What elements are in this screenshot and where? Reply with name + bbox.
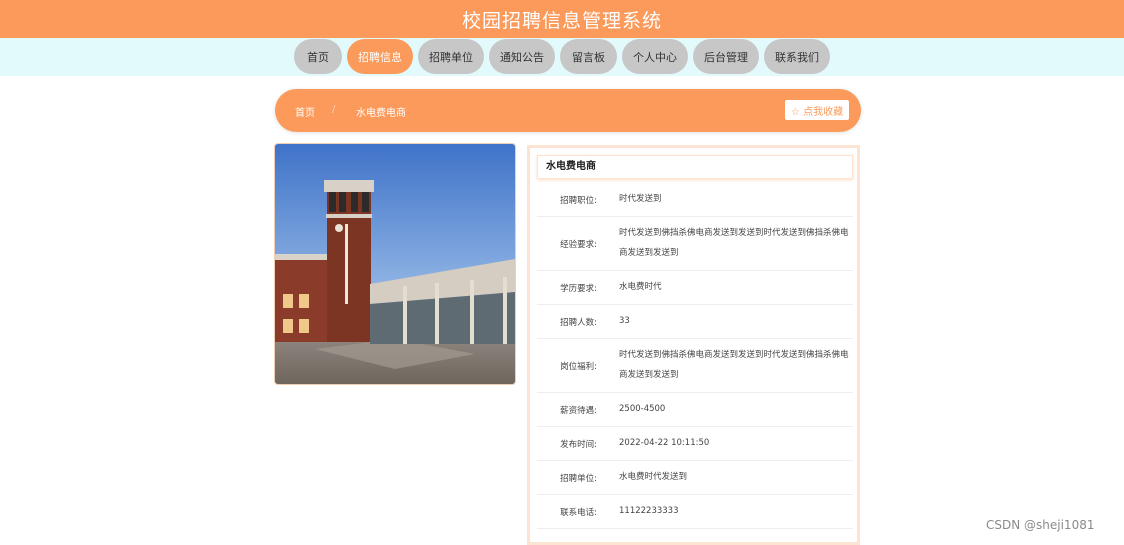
field-value: 33 [619, 316, 630, 326]
field-label: 招聘职位: [560, 196, 597, 206]
nav-item-message-board[interactable]: 留言板 [560, 39, 617, 74]
field-value: 时代发送到佛挡杀佛电商发送到发送到时代发送到佛挡杀佛电商发送到发送到 [619, 228, 849, 258]
field-label: 岗位福利: [560, 362, 597, 372]
field-label: 薪资待遇: [560, 406, 597, 416]
detail-row-benefits: 岗位福利: 时代发送到佛挡杀佛电商发送到发送到时代发送到佛挡杀佛电商发送到发送到 [537, 338, 853, 393]
nav-item-notices[interactable]: 通知公告 [489, 39, 555, 74]
watermark: CSDN @sheji1081 [986, 518, 1095, 532]
detail-title: 水电费电商 [537, 155, 853, 179]
field-label: 招聘单位: [560, 474, 597, 484]
job-detail-panel: 水电费电商 招聘职位: 时代发送到 经验要求: 时代发送到佛挡杀佛电商发送到发送… [527, 145, 860, 545]
nav-item-contact[interactable]: 联系我们 [764, 39, 830, 74]
detail-row-education: 学历要求: 水电费时代 [537, 270, 853, 305]
header-bar: 校园招聘信息管理系统 [0, 0, 1124, 38]
nav-item-home[interactable]: 首页 [294, 39, 342, 74]
detail-row-phone: 联系电话: 11122233333 [537, 494, 853, 529]
nav-item-admin[interactable]: 后台管理 [693, 39, 759, 74]
field-value: 时代发送到 [619, 194, 662, 204]
detail-row-salary: 薪资待遇: 2500-4500 [537, 392, 853, 427]
field-label: 联系电话: [560, 508, 597, 518]
detail-row-publish-time: 发布时间: 2022-04-22 10:11:50 [537, 426, 853, 461]
detail-row-company: 招聘单位: 水电费时代发送到 [537, 460, 853, 495]
nav-item-companies[interactable]: 招聘单位 [418, 39, 484, 74]
field-value: 11122233333 [619, 506, 679, 516]
field-value: 2022-04-22 10:11:50 [619, 438, 710, 448]
favorite-button[interactable]: ☆ 点我收藏 [785, 100, 849, 120]
nav-item-job-info[interactable]: 招聘信息 [347, 39, 413, 74]
detail-row-experience: 经验要求: 时代发送到佛挡杀佛电商发送到发送到时代发送到佛挡杀佛电商发送到发送到 [537, 216, 853, 271]
field-label: 招聘人数: [560, 318, 597, 328]
breadcrumb-home-link[interactable]: 首页 [295, 104, 315, 119]
breadcrumb: 首页 / 水电费电商 ☆ 点我收藏 [275, 89, 861, 132]
job-photo [275, 144, 515, 384]
field-value: 2500-4500 [619, 404, 666, 414]
field-value: 水电费时代 [619, 282, 662, 292]
field-label: 发布时间: [560, 440, 597, 450]
breadcrumb-separator: / [332, 104, 336, 115]
main-nav: 首页 招聘信息 招聘单位 通知公告 留言板 个人中心 后台管理 联系我们 [0, 39, 1124, 75]
field-value: 水电费时代发送到 [619, 472, 688, 482]
detail-row-position: 招聘职位: 时代发送到 [537, 182, 853, 217]
detail-row-headcount: 招聘人数: 33 [537, 304, 853, 339]
field-value: 时代发送到佛挡杀佛电商发送到发送到时代发送到佛挡杀佛电商发送到发送到 [619, 350, 849, 380]
breadcrumb-current: 水电费电商 [356, 108, 406, 119]
field-label: 学历要求: [560, 284, 597, 294]
field-label: 经验要求: [560, 240, 597, 250]
nav-item-profile[interactable]: 个人中心 [622, 39, 688, 74]
site-title: 校园招聘信息管理系统 [461, 9, 662, 32]
